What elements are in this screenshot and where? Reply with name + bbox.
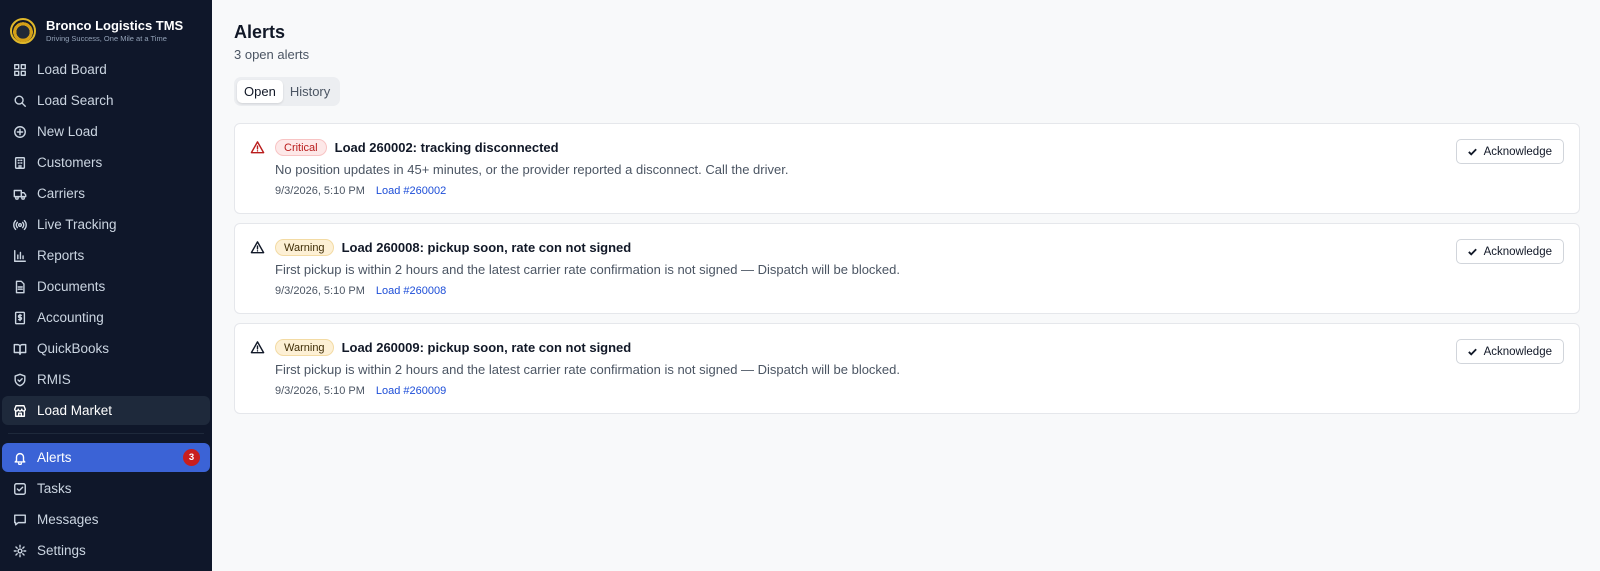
sidebar-item-documents[interactable]: Documents [2, 272, 210, 301]
alert-timestamp: 9/3/2026, 5:10 PM [275, 185, 365, 197]
alert-list: Critical Load 260002: tracking disconnect… [234, 123, 1580, 414]
sidebar-item-label: Carriers [37, 186, 86, 201]
sidebar-item-load-market[interactable]: Load Market [2, 396, 210, 425]
acknowledge-label: Acknowledge [1483, 245, 1552, 258]
sidebar-item-label: Tasks [37, 481, 72, 496]
alert-description: No position updates in 45+ minutes, or t… [275, 162, 789, 177]
load-link[interactable]: Load #260008 [376, 285, 446, 297]
acknowledge-button[interactable]: Acknowledge [1455, 339, 1564, 364]
sidebar-item-label: Messages [37, 512, 99, 527]
severity-badge: Warning [275, 239, 334, 256]
warning-triangle-icon [250, 340, 265, 355]
page-subtitle: 3 open alerts [234, 47, 310, 62]
store-icon [12, 403, 27, 418]
grid-icon [12, 62, 27, 77]
building-icon [12, 155, 27, 170]
company-logo [10, 17, 36, 44]
alert-description: First pickup is within 2 hours and the l… [275, 362, 901, 377]
alert-title: Load 260008: pickup soon, rate con not s… [341, 240, 632, 255]
sidebar-item-rmis[interactable]: RMIS [2, 365, 210, 394]
sidebar-item-label: Accounting [37, 310, 104, 325]
sidebar-item-label: Customers [37, 155, 103, 170]
sidebar-item-alerts[interactable]: Alerts 3 [2, 443, 210, 472]
app-tagline: Driving Success, One Mile at a Time [46, 33, 167, 43]
check-icon [1467, 248, 1477, 256]
load-link[interactable]: Load #260009 [376, 385, 446, 397]
sidebar-item-label: New Load [37, 124, 98, 139]
main-content: Alerts 3 open alerts Open History Critic… [212, 0, 1600, 571]
severity-badge: Critical [275, 139, 327, 156]
sidebar-item-messages[interactable]: Messages [2, 505, 210, 534]
search-icon [12, 93, 27, 108]
sidebar-item-label: Alerts [37, 450, 72, 465]
sidebar-item-label: Load Board [37, 62, 107, 77]
check-square-icon [12, 481, 27, 496]
sidebar-item-label: Load Market [37, 403, 113, 418]
sidebar-item-reports[interactable]: Reports [2, 241, 210, 270]
sidebar-item-tasks[interactable]: Tasks [2, 474, 210, 503]
alert-card: Warning Load 260008: pickup soon, rate co… [234, 223, 1580, 314]
app-name: Bronco Logistics TMS [46, 17, 184, 33]
acknowledge-button[interactable]: Acknowledge [1455, 139, 1564, 164]
sidebar-item-customers[interactable]: Customers [2, 148, 210, 177]
tab-history[interactable]: History [283, 80, 337, 103]
sidebar-item-label: Documents [37, 279, 106, 294]
sidebar-item-label: Settings [37, 543, 86, 558]
severity-badge: Warning [275, 339, 334, 356]
shield-icon [12, 372, 27, 387]
sidebar-item-label: Live Tracking [37, 217, 117, 232]
acknowledge-label: Acknowledge [1483, 345, 1552, 358]
secondary-nav: Alerts 3 Tasks Messages Settings [0, 443, 212, 565]
nav-divider [8, 433, 204, 434]
file-icon [12, 279, 27, 294]
radio-icon [12, 217, 27, 232]
alert-card: Critical Load 260002: tracking disconnect… [234, 123, 1580, 214]
brand[interactable]: Bronco Logistics TMS Driving Success, On… [0, 0, 212, 50]
sidebar-item-carriers[interactable]: Carriers [2, 179, 210, 208]
alert-count-badge: 3 [183, 449, 200, 466]
sidebar-item-label: Reports [37, 248, 85, 263]
acknowledge-label: Acknowledge [1483, 145, 1552, 158]
load-link[interactable]: Load #260002 [376, 185, 446, 197]
gear-icon [12, 543, 27, 558]
sidebar-item-settings[interactable]: Settings [2, 536, 210, 565]
alert-timestamp: 9/3/2026, 5:10 PM [275, 385, 365, 397]
sidebar-item-live-tracking[interactable]: Live Tracking [2, 210, 210, 239]
sidebar: Bronco Logistics TMS Driving Success, On… [0, 0, 212, 571]
book-icon [12, 341, 27, 356]
sidebar-item-load-search[interactable]: Load Search [2, 86, 210, 115]
sidebar-item-label: RMIS [37, 372, 71, 387]
alert-tabs: Open History [234, 77, 341, 106]
bell-icon [12, 450, 27, 465]
sidebar-item-load-board[interactable]: Load Board [2, 55, 210, 84]
alert-title: Load 260002: tracking disconnected [334, 140, 559, 155]
alert-card: Warning Load 260009: pickup soon, rate co… [234, 323, 1580, 414]
primary-nav: Load Board Load Search New Load Customers Ca… [0, 50, 212, 425]
acknowledge-button[interactable]: Acknowledge [1455, 239, 1564, 264]
check-icon [1467, 348, 1477, 356]
alert-description: First pickup is within 2 hours and the l… [275, 262, 901, 277]
plus-circle-icon [12, 124, 27, 139]
check-icon [1467, 148, 1477, 156]
bar-chart-icon [12, 248, 27, 263]
sidebar-item-label: QuickBooks [37, 341, 110, 356]
truck-icon [12, 186, 27, 201]
message-icon [12, 512, 27, 527]
sidebar-item-quickbooks[interactable]: QuickBooks [2, 334, 210, 363]
sidebar-item-accounting[interactable]: Accounting [2, 303, 210, 332]
receipt-icon [12, 310, 27, 325]
sidebar-item-label: Load Search [37, 93, 114, 108]
page-title: Alerts [234, 22, 286, 42]
sidebar-item-new-load[interactable]: New Load [2, 117, 210, 146]
warning-triangle-icon [250, 140, 265, 155]
alert-timestamp: 9/3/2026, 5:10 PM [275, 285, 365, 297]
warning-triangle-icon [250, 240, 265, 255]
tab-open[interactable]: Open [237, 80, 283, 103]
alert-title: Load 260009: pickup soon, rate con not s… [341, 340, 632, 355]
